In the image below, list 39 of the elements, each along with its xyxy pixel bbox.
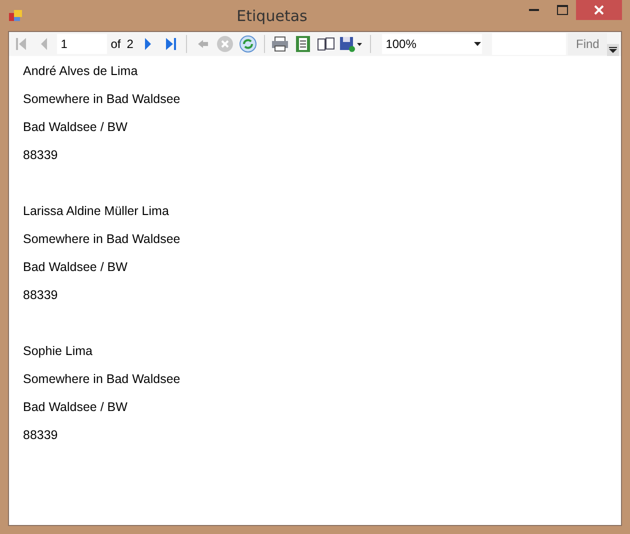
back-arrow-icon bbox=[196, 38, 209, 50]
label-line: 88339 bbox=[23, 148, 59, 164]
previous-page-icon bbox=[39, 37, 50, 51]
label-line: Bad Waldsee / BW bbox=[23, 260, 128, 276]
label-line: Bad Waldsee / BW bbox=[23, 120, 128, 136]
maximize-icon bbox=[556, 5, 568, 15]
of-label: of bbox=[110, 37, 122, 51]
label-line: Bad Waldsee / BW bbox=[23, 400, 128, 416]
label-line: Somewhere in Bad Waldsee bbox=[23, 92, 182, 108]
page-count: 2 bbox=[126, 37, 134, 51]
refresh-button[interactable] bbox=[238, 33, 259, 55]
dropdown-arrow-icon bbox=[474, 42, 482, 46]
close-button[interactable] bbox=[576, 0, 622, 20]
overflow-icon bbox=[609, 46, 617, 54]
label-line: Somewhere in Bad Waldsee bbox=[23, 372, 182, 388]
label-line: Larissa Aldine Müller Lima bbox=[23, 204, 170, 220]
app-icon bbox=[8, 8, 24, 24]
find-button[interactable]: Find bbox=[568, 33, 607, 55]
close-icon bbox=[594, 5, 604, 15]
zoom-dropdown[interactable]: 100% bbox=[382, 34, 482, 54]
label-line: Somewhere in Bad Waldsee bbox=[23, 232, 182, 248]
save-export-icon bbox=[339, 36, 364, 52]
label-line: 88339 bbox=[23, 428, 59, 444]
stop-icon bbox=[216, 35, 234, 53]
printer-icon bbox=[271, 36, 290, 52]
page-number-field[interactable]: 1 bbox=[56, 34, 107, 54]
find-field[interactable] bbox=[492, 33, 566, 55]
first-page-icon bbox=[15, 37, 28, 51]
minimize-icon bbox=[529, 9, 539, 11]
window-title: Etiquetas bbox=[236, 6, 308, 24]
refresh-icon bbox=[239, 35, 258, 53]
page-icon bbox=[294, 35, 311, 53]
label-line: André Alves de Lima bbox=[23, 64, 139, 80]
last-page-icon bbox=[164, 37, 177, 51]
label-line: 88339 bbox=[23, 288, 59, 304]
label-line: Sophie Lima bbox=[23, 344, 94, 360]
overflow-button[interactable] bbox=[607, 44, 619, 56]
book-icon bbox=[316, 37, 335, 51]
next-page-icon bbox=[142, 37, 153, 51]
